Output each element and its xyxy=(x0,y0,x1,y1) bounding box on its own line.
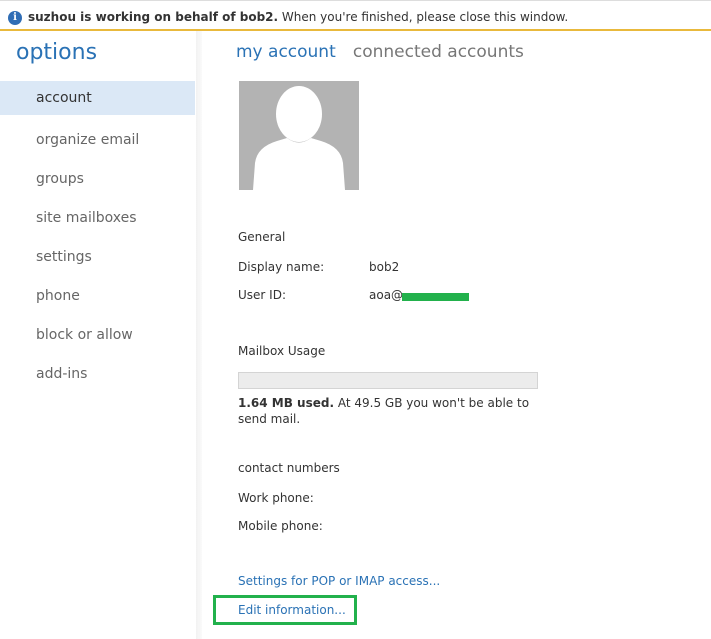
delegate-info-bar: i suzhou is working on behalf of bob2. W… xyxy=(0,0,711,31)
tab-my-account[interactable]: my account xyxy=(236,42,336,62)
redaction-mark xyxy=(402,293,469,301)
delegate-message: suzhou is working on behalf of bob2. Whe… xyxy=(28,10,568,24)
mailbox-used-amount: 1.64 MB used. xyxy=(238,396,335,410)
sidebar-item-phone[interactable]: phone xyxy=(0,279,195,313)
tab-connected-accounts[interactable]: connected accounts xyxy=(353,42,524,62)
options-title: options xyxy=(16,40,98,65)
user-id-label: User ID: xyxy=(238,288,286,302)
mailbox-usage-bar xyxy=(238,372,538,389)
account-tabs: my account connected accounts xyxy=(236,42,536,62)
display-name-value: bob2 xyxy=(369,260,400,274)
mailbox-usage-heading: Mailbox Usage xyxy=(238,344,326,358)
sidebar-item-add-ins[interactable]: add-ins xyxy=(0,357,195,391)
avatar-placeholder xyxy=(239,81,359,190)
mailbox-usage-text: 1.64 MB used. At 49.5 GB you won't be ab… xyxy=(238,395,538,427)
display-name-label: Display name: xyxy=(238,260,325,274)
info-icon: i xyxy=(8,11,22,25)
mobile-phone-label: Mobile phone: xyxy=(238,519,323,533)
general-heading: General xyxy=(238,230,286,244)
sidebar-item-settings[interactable]: settings xyxy=(0,240,195,274)
user-id-value: aoa@ xyxy=(369,288,404,302)
work-phone-label: Work phone: xyxy=(238,491,314,505)
delegate-message-text: When you're finished, please close this … xyxy=(278,10,569,24)
highlight-annotation-box xyxy=(213,595,357,625)
pop-imap-settings-link[interactable]: Settings for POP or IMAP access... xyxy=(238,574,440,588)
options-sidebar: options account organize email groups si… xyxy=(0,31,196,639)
person-silhouette-icon xyxy=(253,86,345,190)
sidebar-item-groups[interactable]: groups xyxy=(0,162,195,196)
sidebar-item-account[interactable]: account xyxy=(0,81,195,115)
sidebar-item-site-mailboxes[interactable]: site mailboxes xyxy=(0,201,195,235)
sidebar-item-block-or-allow[interactable]: block or allow xyxy=(0,318,195,352)
sidebar-item-organize-email[interactable]: organize email xyxy=(0,123,195,157)
account-main-panel: my account connected accounts General Di… xyxy=(202,31,711,639)
delegate-bold-text: suzhou is working on behalf of bob2. xyxy=(28,10,279,24)
contact-numbers-heading: contact numbers xyxy=(238,461,340,475)
